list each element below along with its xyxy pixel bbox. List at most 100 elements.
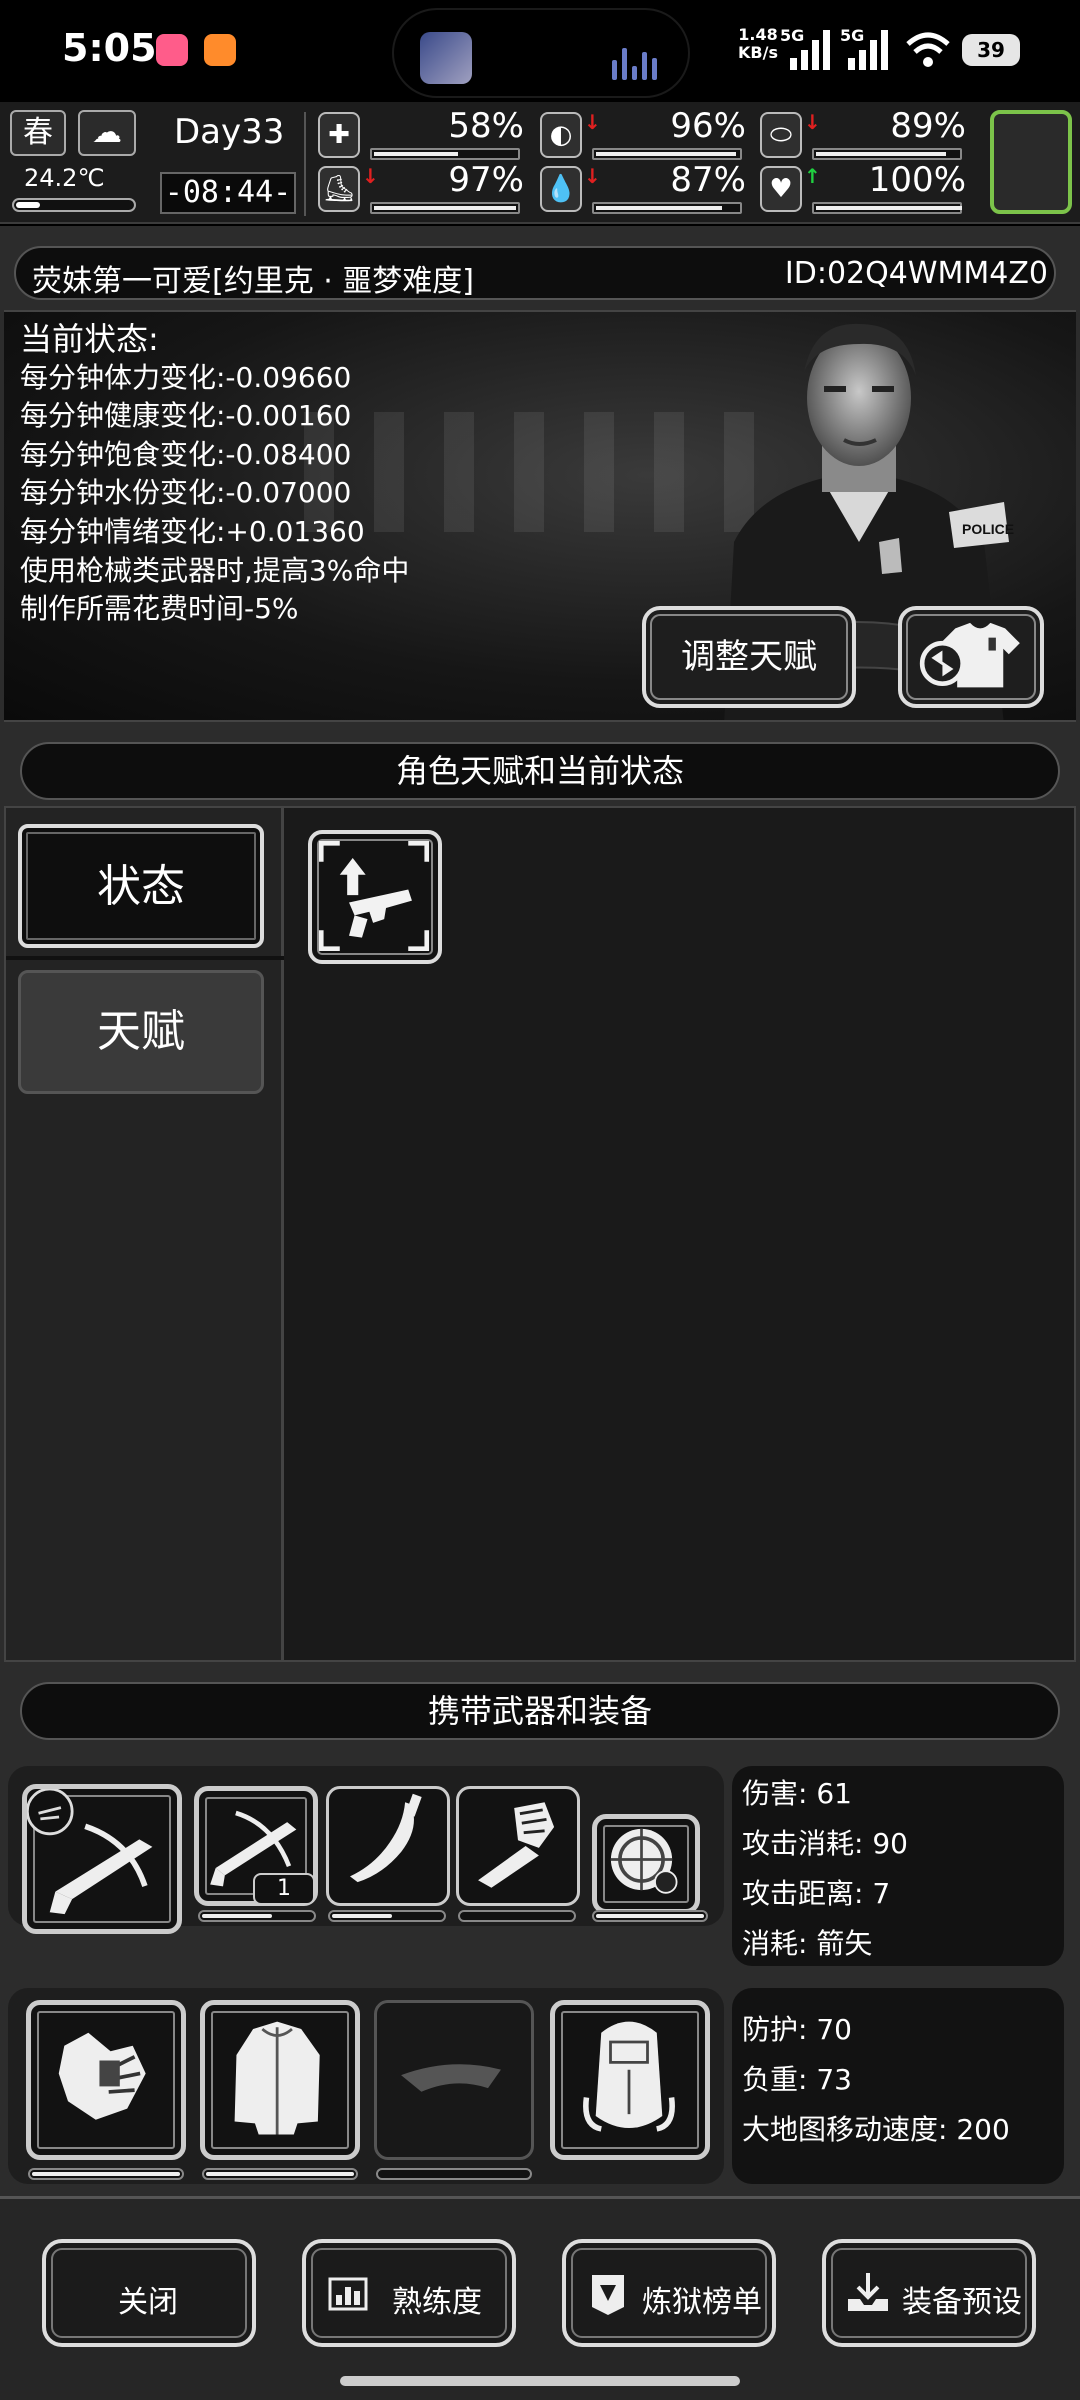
weapon-row: 1 — [8, 1766, 724, 1934]
tab-talent[interactable]: 天赋 — [18, 970, 264, 1094]
stat-hunger: ◐ ↓ 96% — [540, 106, 754, 160]
wifi-icon — [906, 32, 950, 67]
battery-indicator: 39 — [962, 34, 1020, 66]
temperature-bar — [12, 198, 136, 212]
stat-stamina: ⛸ ↓ 97% — [318, 160, 532, 214]
shield-slot[interactable] — [592, 1814, 700, 1914]
medkit-icon: ✚ — [318, 112, 360, 158]
cloud-icon: ☁ — [78, 110, 136, 156]
bottom-action-bar: 关闭 熟练度 炼狱榜单 装备预设 — [0, 2196, 1080, 2400]
jacket-icon — [234, 2021, 320, 2135]
stat-health: ⬭ ↓ 89% — [760, 106, 974, 160]
shirt-refresh-icon — [919, 622, 1020, 688]
proficiency-button[interactable]: 熟练度 — [302, 2239, 516, 2347]
durability-bar — [28, 2168, 184, 2180]
damage-stat: 伤害: 61 — [742, 1777, 852, 1810]
boot-icon: ⛸ — [318, 166, 360, 212]
stat-mood: ♥ ↑ 100% — [760, 160, 974, 214]
audio-wave-icon — [612, 46, 660, 80]
shield-icon — [610, 1828, 678, 1894]
stomach-icon: ◐ — [540, 112, 582, 158]
equipment-preset-button[interactable]: 装备预设 — [822, 2239, 1036, 2347]
purgatory-ranking-button[interactable]: 炼狱榜单 — [562, 2239, 776, 2347]
tab-column: 状态 天赋 — [6, 808, 284, 1660]
attack-range-stat: 攻击距离: 7 — [742, 1877, 891, 1910]
download-tray-icon — [848, 2273, 888, 2311]
arrow-down-icon: ↓ — [362, 164, 379, 188]
quick-slot[interactable] — [990, 110, 1072, 214]
gloves-slot[interactable] — [26, 2000, 186, 2160]
day-counter: Day33 — [174, 112, 285, 152]
durability-bar — [592, 1910, 708, 1922]
system-status-bar: 5:05 1.48 KB/s 5G 5G 39 — [0, 0, 1080, 102]
stat-bar — [370, 202, 520, 214]
status-effects: 当前状态: 每分钟体力变化:-0.09660 每分钟健康变化:-0.00160 … — [20, 320, 409, 629]
character-name-bar: 荧妹第一可爱[约里克 · 噩梦难度] ID:02Q4WMM4Z0 — [14, 246, 1056, 300]
main-weapon-slot[interactable] — [22, 1784, 182, 1934]
jacket-slot[interactable] — [200, 2000, 360, 2160]
temperature: 24.2℃ — [24, 164, 105, 192]
status-line: 每分钟体力变化:-0.09660 — [20, 360, 352, 394]
talent-tabs-area: 状态 天赋 — [4, 806, 1076, 1662]
backpack-slot[interactable] — [550, 2000, 710, 2160]
gloves-icon — [58, 2032, 146, 2120]
home-indicator[interactable] — [340, 2376, 740, 2386]
banner-ranking-icon — [592, 2275, 624, 2315]
media-thumbnail — [420, 32, 472, 84]
status-line: 每分钟情绪变化:+0.01360 — [20, 514, 365, 548]
pill-icon: ⬭ — [760, 112, 802, 158]
clock-time: 5:05 — [62, 26, 157, 70]
durability-bar — [328, 1910, 446, 1922]
backpack-icon — [583, 2021, 675, 2132]
stat-bar — [592, 202, 742, 214]
armor-row — [8, 1988, 724, 2184]
durability-bar — [202, 2168, 358, 2180]
stat-bar — [812, 202, 962, 214]
app-notification-icon — [156, 34, 188, 66]
weight-stat: 负重: 73 — [742, 2063, 852, 2096]
tab-status[interactable]: 状态 — [18, 824, 264, 948]
visor-cap-icon — [401, 2064, 501, 2092]
arrow-down-icon: ↓ — [584, 164, 601, 188]
season-badge: 春 — [10, 110, 66, 156]
change-outfit-button[interactable] — [898, 606, 1044, 708]
game-hud: 春 ☁ 24.2℃ Day33 -08:44- ✚ 58% ◐ ↓ 96% ⬭ … — [0, 102, 1080, 224]
character-id: ID:02Q4WMM4Z0 — [784, 256, 1048, 291]
hand-tool-icon — [478, 1802, 555, 1888]
secondary-weapon-slot[interactable]: 1 — [194, 1786, 318, 1906]
network-speed: 1.48 KB/s — [738, 25, 778, 62]
durability-bar — [458, 1910, 576, 1922]
svg-text:POLICE: POLICE — [962, 521, 1014, 537]
machete-icon — [350, 1793, 422, 1883]
gun-accuracy-talent[interactable] — [308, 830, 442, 964]
character-panel: 荧妹第一可爱[约里克 · 噩梦难度] ID:02Q4WMM4Z0 当前状态: 每… — [0, 226, 1080, 2400]
adjust-talent-button[interactable]: 调整天赋 — [642, 606, 856, 708]
app-notification-icon-2 — [204, 34, 236, 66]
pistol-upgrade-icon — [318, 840, 430, 952]
water-drop-icon: 💧 — [540, 166, 582, 212]
stat-bar — [370, 148, 520, 160]
weapon-stats: 伤害: 61 攻击消耗: 90 攻击距离: 7 消耗: 箭矢 — [732, 1766, 1064, 1966]
arrow-down-icon: ↓ — [584, 110, 601, 134]
game-clock: -08:44- — [160, 172, 296, 214]
signal-icon-2 — [848, 30, 894, 70]
durability-bar — [376, 2168, 532, 2180]
status-line: 每分钟水份变化:-0.07000 — [20, 476, 352, 510]
arrow-down-icon: ↓ — [804, 110, 821, 134]
signal-icon — [790, 30, 836, 70]
map-speed-stat: 大地图移动速度: 200 — [742, 2113, 1010, 2146]
status-line: 每分钟健康变化:-0.00160 — [20, 399, 352, 433]
status-line: 使用枪械类武器时,提高3%命中 — [20, 553, 410, 587]
stat-bar — [812, 148, 962, 160]
ammo-type-stat: 消耗: 箭矢 — [742, 1927, 873, 1960]
heart-icon: ♥ — [760, 166, 802, 212]
close-button[interactable]: 关闭 — [42, 2239, 256, 2347]
melee-weapon-slot[interactable] — [326, 1786, 450, 1906]
defense-stat: 防护: 70 — [742, 2013, 852, 2046]
dynamic-island-media[interactable] — [392, 8, 690, 98]
tool-slot[interactable] — [456, 1786, 580, 1906]
stat-thirst: 💧 ↓ 87% — [540, 160, 754, 214]
character-name: 荧妹第一可爱[约里克 · 噩梦难度] — [32, 264, 475, 299]
headwear-slot[interactable] — [374, 2000, 534, 2160]
stat-medical: ✚ 58% — [318, 106, 532, 160]
